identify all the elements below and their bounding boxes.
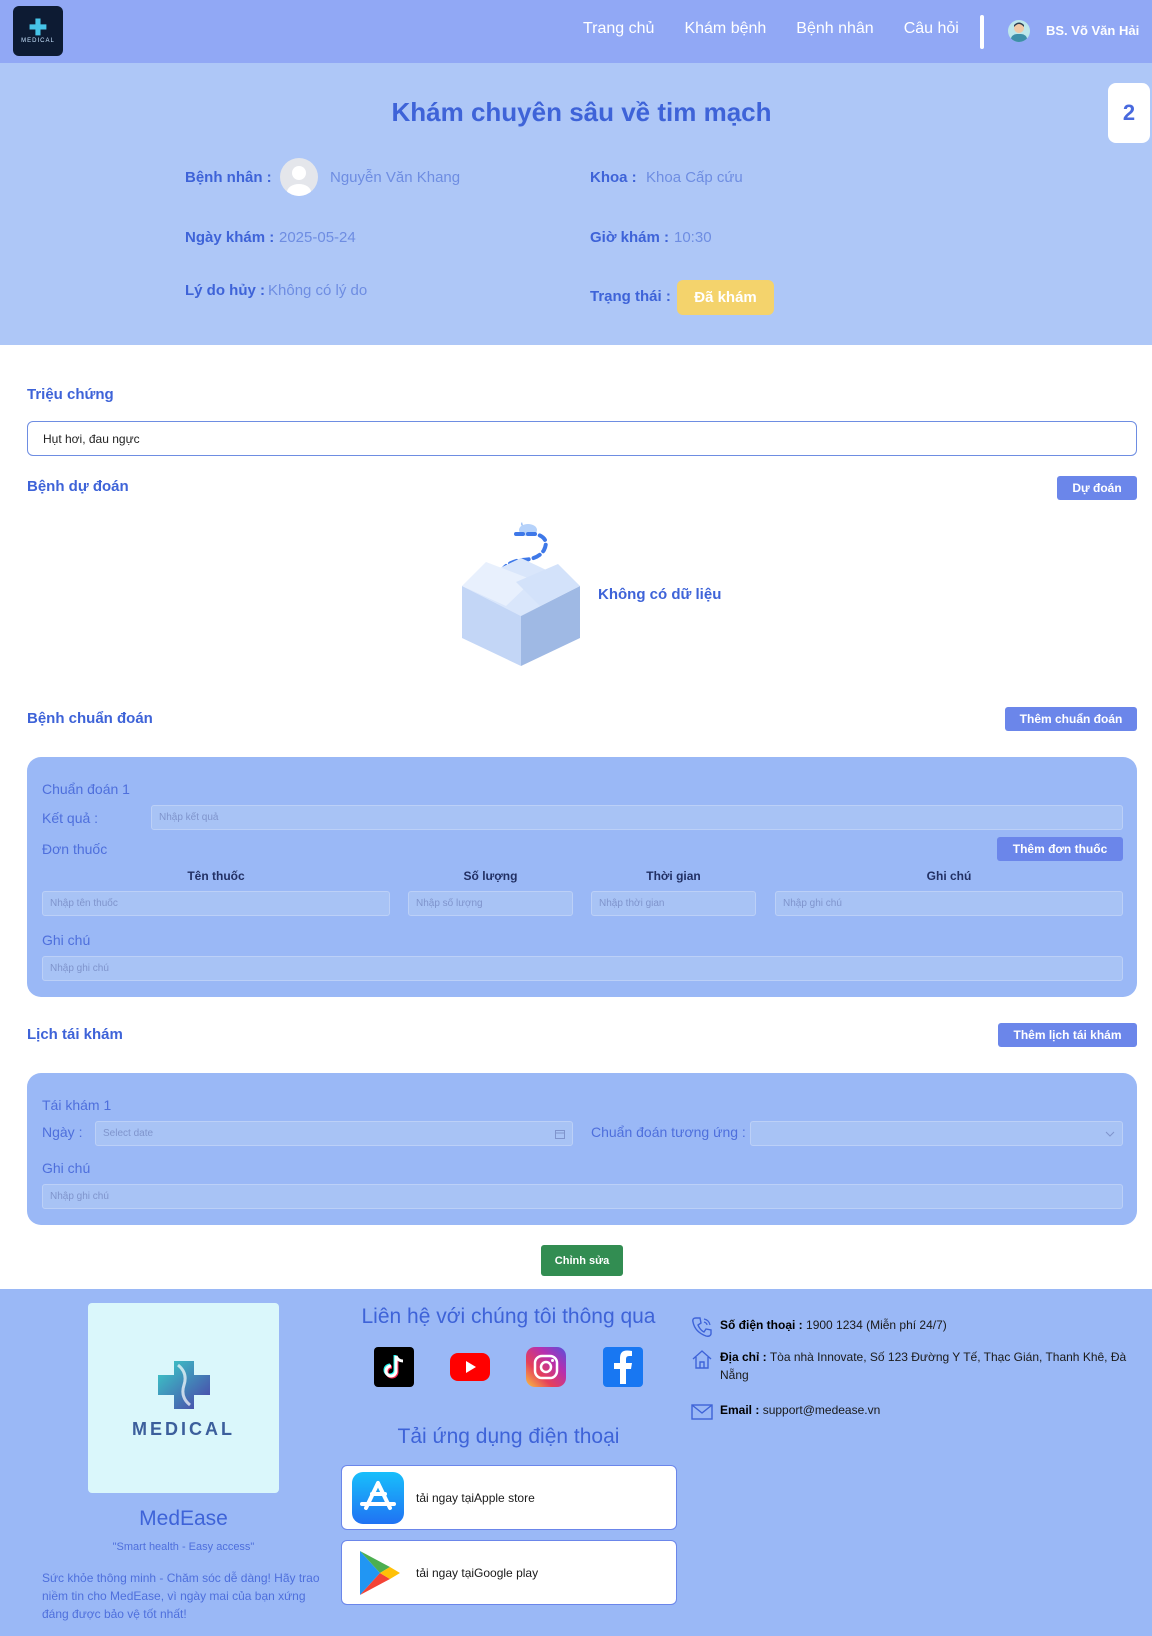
predict-button[interactable]: Dự đoán [1057,476,1137,500]
patient-avatar-icon [280,158,318,196]
quantity-input[interactable]: Nhập số lượng [408,891,573,916]
footer: MEDICAL MedEase "Smart health - Easy acc… [0,1289,1152,1636]
result-input[interactable]: Nhập kết quả [151,805,1123,830]
appointment-number-badge: 2 [1108,83,1150,143]
diagnosis-title: Bệnh chuẩn đoán [27,710,153,727]
column-duration: Thời gian [646,869,701,883]
diagnosis-card-title: Chuẩn đoán 1 [42,781,130,797]
nav-link-home[interactable]: Trang chủ [583,20,654,38]
email-label: Email : [720,1403,760,1417]
patient-label: Bệnh nhân : [185,169,272,186]
instagram-icon[interactable] [526,1347,566,1387]
add-prescription-button[interactable]: Thêm đơn thuốc [997,837,1123,861]
calendar-icon [555,1129,565,1139]
email-contact: Email : support@medease.vn [691,1401,1131,1420]
app-heading: Tải ứng dụng điện thoại [397,1425,620,1448]
medical-cross-icon: ✚ [28,15,48,40]
nav-links: Trang chủ Khám bệnh Bệnh nhân Câu hỏi [583,20,989,38]
home-icon [692,1350,712,1369]
phone-icon [692,1317,712,1337]
result-label: Kết quả : [42,810,99,826]
apple-store-text: tải ngay tạiApple store [416,1490,535,1505]
top-navbar: ✚ MEDICAL Trang chủ Khám bệnh Bệnh nhân … [0,0,1152,63]
followup-note-label: Ghi chú [42,1160,91,1176]
footer-logo-text: MEDICAL [132,1418,235,1439]
diagnosis-note-input[interactable]: Nhập ghi chú [42,956,1123,981]
email-value: support@medease.vn [762,1403,881,1417]
footer-brand: MedEase [139,1507,228,1530]
footer-slogan: "Smart health - Easy access" [112,1541,255,1553]
contact-heading: Liên hệ với chúng tôi thông qua [361,1305,656,1328]
followup-card: Tái khám 1 Ngày : Select date Chuẩn đoán… [27,1073,1137,1225]
predicted-disease-title: Bệnh dự đoán [27,478,129,495]
phone-contact: Số điện thoại : 1900 1234 (Miễn phí 24/7… [691,1316,1131,1337]
department-value: Khoa Cấp cứu [646,169,743,186]
nav-link-examination[interactable]: Khám bệnh [684,20,766,38]
date-label: Ngày khám : [185,229,275,246]
nav-divider [980,15,984,49]
department-label: Khoa : [590,169,637,186]
address-value: Tòa nhà Innovate, Số 123 Đường Y Tế, Thạ… [720,1350,1127,1382]
followup-date-picker[interactable]: Select date [95,1121,573,1146]
chevron-down-icon [1105,1131,1115,1137]
empty-data-text: Không có dữ liệu [598,586,722,603]
apple-store-button[interactable]: tải ngay tạiApple store [341,1465,677,1530]
user-name[interactable]: BS. Võ Văn Hải [1046,23,1139,38]
mail-icon [691,1404,713,1420]
diagnosis-card: Chuẩn đoán 1 Kết quả : Nhập kết quả Đơn … [27,757,1137,997]
related-diagnosis-select[interactable] [750,1121,1123,1146]
nav-link-patients[interactable]: Bệnh nhân [796,20,873,38]
column-note: Ghi chú [926,869,972,883]
nav-link-questions[interactable]: Câu hỏi [904,20,959,38]
followup-date-label: Ngày : [42,1124,83,1140]
empty-box-icon [462,522,580,666]
google-play-icon [360,1550,400,1595]
diagnosis-note-label: Ghi chú [42,932,91,948]
symptoms-title: Triệu chứng [27,386,114,403]
column-quantity: Số lượng [463,869,518,883]
youtube-icon[interactable] [450,1347,490,1387]
appointment-header: Khám chuyên sâu về tim mạch 2 Bệnh nhân … [0,63,1152,345]
logo[interactable]: ✚ MEDICAL [13,6,63,56]
column-medicine-name: Tên thuốc [187,869,245,883]
time-value: 10:30 [674,229,712,246]
add-followup-button[interactable]: Thêm lịch tái khám [998,1023,1137,1047]
add-diagnosis-button[interactable]: Thêm chuẩn đoán [1005,707,1137,731]
user-avatar[interactable] [1008,20,1030,42]
footer-description: Sức khỏe thông minh - Chăm sóc dễ dàng! … [42,1571,320,1621]
cancel-reason-label: Lý do hủy : [185,282,265,299]
medical-cross-logo-icon [157,1360,210,1409]
patient-value: Nguyễn Văn Khang [330,169,461,186]
footer-logo: MEDICAL [88,1303,279,1493]
medicine-note-input[interactable]: Nhập ghi chú [775,891,1123,916]
medicine-name-input[interactable]: Nhập tên thuốc [42,891,390,916]
address-label: Địa chỉ : [720,1350,767,1364]
prescription-label: Đơn thuốc [42,841,108,857]
status-label: Trạng thái : [590,288,671,305]
address-contact: Địa chỉ : Tòa nhà Innovate, Số 123 Đường… [691,1348,1131,1384]
phone-label: Số điện thoại : [720,1318,803,1332]
duration-input[interactable]: Nhập thời gian [591,891,756,916]
tiktok-icon[interactable] [374,1347,414,1387]
symptoms-input[interactable]: Hụt hơi, đau ngực [27,421,1137,456]
edit-button[interactable]: Chỉnh sửa [541,1245,623,1276]
status-badge: Đã khám [677,280,774,315]
logo-text: MEDICAL [21,38,55,44]
facebook-icon[interactable] [603,1347,643,1387]
time-label: Giờ khám : [590,229,670,246]
google-play-button[interactable]: tải ngay tạiGoogle play [341,1540,677,1605]
phone-value: 1900 1234 (Miễn phí 24/7) [806,1318,947,1332]
date-value: 2025-05-24 [279,229,356,246]
cancel-reason-value: Không có lý do [268,282,368,299]
google-play-text: tải ngay tạiGoogle play [416,1565,539,1580]
followup-date-placeholder: Select date [103,1128,154,1139]
followup-note-input[interactable]: Nhập ghi chú [42,1184,1123,1209]
followup-title: Lịch tái khám [27,1026,123,1043]
followup-card-title: Tái khám 1 [42,1097,112,1113]
related-diagnosis-label: Chuẩn đoán tương ứng : [591,1124,746,1140]
page-title: Khám chuyên sâu về tim mạch [391,97,772,127]
app-store-icon [352,1471,404,1524]
